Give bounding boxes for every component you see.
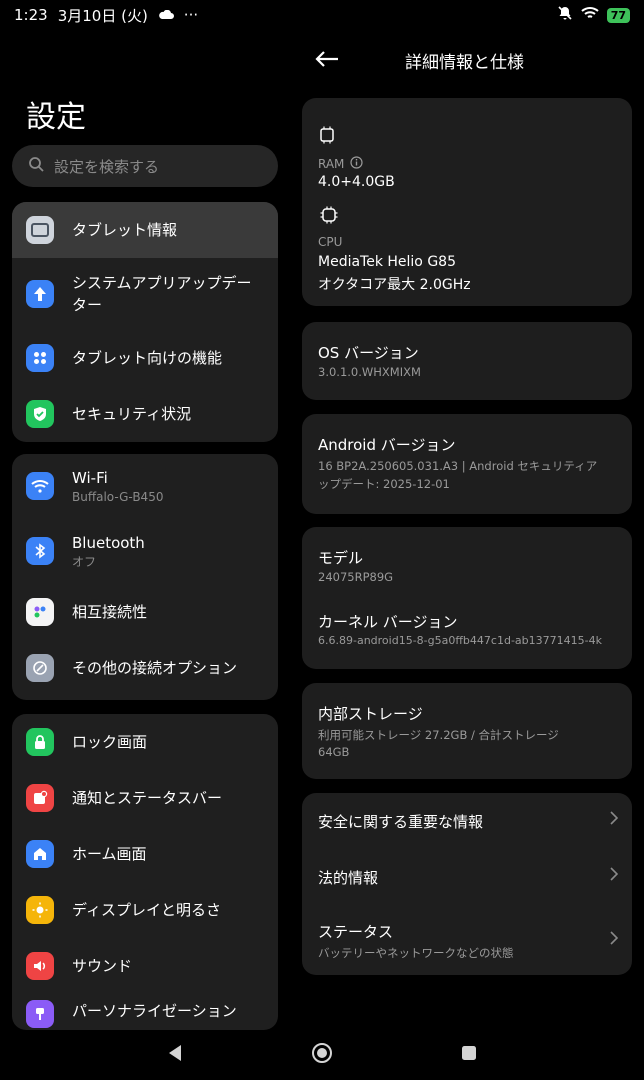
recents-nav-icon[interactable] xyxy=(461,1045,477,1065)
os-version-card[interactable]: OS バージョン 3.0.1.0.WHXMIXM xyxy=(302,322,632,400)
cpu-speed: オクタコア最大 2.0GHz xyxy=(318,277,471,293)
tablet-icon xyxy=(26,216,54,244)
notification-icon xyxy=(26,784,54,812)
sidebar-item-home-screen[interactable]: ホーム画面 xyxy=(12,826,278,882)
storage-value-line1: 利用可能ストレージ 27.2GB / 合計ストレージ xyxy=(318,728,559,742)
android-version-card[interactable]: Android バージョン 16 BP2A.250605.031.A3 | An… xyxy=(302,414,632,514)
sidebar-item-personalization[interactable]: パーソナライゼーション xyxy=(12,994,278,1030)
cpu-chip-icon xyxy=(320,206,338,228)
settings-group-device: タブレット情報 システムアプリアップデーター タブレット向けの機能 セキュリティ… xyxy=(12,202,278,442)
speaker-icon xyxy=(26,952,54,980)
sidebar-item-sound[interactable]: サウンド xyxy=(12,938,278,994)
cpu-label: CPU xyxy=(318,235,343,249)
search-input[interactable]: 設定を検索する xyxy=(12,145,278,187)
cloud-icon xyxy=(158,6,174,24)
sidebar-item-security-status[interactable]: セキュリティ状況 xyxy=(12,386,278,442)
sun-icon xyxy=(26,896,54,924)
info-links-card: 安全に関する重要な情報 法的情報 ステータス バッテリーやネットワークなどの状態 xyxy=(302,793,632,975)
sidebar-item-tablet-features[interactable]: タブレット向けの機能 xyxy=(12,330,278,386)
chevron-right-icon xyxy=(610,865,619,886)
detail-title: 詳細情報と仕様 xyxy=(405,53,524,73)
android-version-value-line2: ップデート: 2025-12-01 xyxy=(318,477,450,491)
model-title: モデル xyxy=(318,549,364,567)
model-value: 24075RP89G xyxy=(318,570,394,584)
cpu-model: MediaTek Helio G85 xyxy=(318,254,456,270)
status-label: ステータス xyxy=(318,923,394,941)
android-version-title: Android バージョン xyxy=(318,436,456,454)
settings-group-personal: ロック画面 通知とステータスバー ホーム画面 ディスプレイと明るさ サウンド パ… xyxy=(12,714,278,1030)
lock-icon xyxy=(26,728,54,756)
kernel-title: カーネル バージョン xyxy=(318,613,458,631)
sidebar-item-system-app-updater[interactable]: システムアプリアップデーター xyxy=(12,258,278,330)
shield-icon xyxy=(26,400,54,428)
sidebar-item-other-connections[interactable]: その他の接続オプション xyxy=(12,640,278,696)
kernel-value: 6.6.89-android15-8-g5a0ffb447c1d-ab13771… xyxy=(318,634,602,647)
safety-info-item[interactable]: 安全に関する重要な情報 xyxy=(302,793,632,849)
battery-indicator: 77 xyxy=(606,7,630,23)
clock: 1:23 xyxy=(14,6,48,24)
sidebar-item-bluetooth[interactable]: Bluetooth オフ xyxy=(12,518,278,584)
android-version-value-line1: 16 BP2A.250605.031.A3 | Android セキュリティア xyxy=(318,459,598,473)
status-bar: 1:23 3月10日 (火) ··· 77 xyxy=(0,0,644,30)
info-icon[interactable] xyxy=(350,154,364,173)
legal-info-label: 法的情報 xyxy=(318,869,379,887)
grid-icon xyxy=(26,344,54,372)
chevron-right-icon xyxy=(610,929,619,950)
sidebar-item-lock-screen[interactable]: ロック画面 xyxy=(12,714,278,770)
settings-list-pane: 設定 設定を検索する タブレット情報 システムアプリアップデーター タブレット向… xyxy=(0,30,290,1030)
mute-icon xyxy=(557,5,573,25)
ram-label: RAM xyxy=(318,156,345,171)
link-icon xyxy=(26,654,54,682)
more-notifications: ··· xyxy=(183,6,199,24)
status-item[interactable]: ステータス バッテリーやネットワークなどの状態 xyxy=(302,905,632,975)
brush-icon xyxy=(26,1000,54,1028)
wifi-icon xyxy=(26,472,54,500)
detail-header: 詳細情報と仕様 xyxy=(290,42,644,78)
sidebar-item-notifications[interactable]: 通知とステータスバー xyxy=(12,770,278,826)
page-title: 設定 xyxy=(26,100,86,135)
os-version-title: OS バージョン xyxy=(318,344,419,362)
status-sub: バッテリーやネットワークなどの状態 xyxy=(318,946,514,960)
storage-value-line2: 64GB xyxy=(318,745,350,759)
model-kernel-card: モデル 24075RP89G カーネル バージョン 6.6.89-android… xyxy=(302,527,632,669)
ram-chip-icon xyxy=(318,126,336,148)
detail-pane: 詳細情報と仕様 RAM 4.0+4.0GB CPU MediaTek Helio… xyxy=(290,30,644,1030)
chevron-right-icon xyxy=(610,809,619,830)
home-icon xyxy=(26,840,54,868)
search-placeholder: 設定を検索する xyxy=(54,157,160,176)
safety-info-label: 安全に関する重要な情報 xyxy=(318,813,484,831)
legal-info-item[interactable]: 法的情報 xyxy=(302,849,632,905)
ram-value: 4.0+4.0GB xyxy=(318,174,395,190)
interconnect-icon xyxy=(26,598,54,626)
storage-card[interactable]: 内部ストレージ 利用可能ストレージ 27.2GB / 合計ストレージ 64GB xyxy=(302,683,632,779)
storage-title: 内部ストレージ xyxy=(318,705,423,723)
settings-group-connections: Wi-Fi Buffalo-G-B450 Bluetooth オフ 相互接続性 … xyxy=(12,454,278,700)
sidebar-item-tablet-info[interactable]: タブレット情報 xyxy=(12,202,278,258)
search-icon xyxy=(28,156,44,176)
sidebar-item-interconnectivity[interactable]: 相互接続性 xyxy=(12,584,278,640)
bluetooth-icon xyxy=(26,537,54,565)
sidebar-item-wifi[interactable]: Wi-Fi Buffalo-G-B450 xyxy=(12,454,278,518)
back-arrow-icon[interactable] xyxy=(314,46,340,76)
specs-card: RAM 4.0+4.0GB CPU MediaTek Helio G85 オクタ… xyxy=(302,98,632,306)
home-nav-icon[interactable] xyxy=(311,1042,333,1068)
os-version-value: 3.0.1.0.WHXMIXM xyxy=(318,365,421,379)
date: 3月10日 (火) xyxy=(57,6,148,25)
sidebar-item-display[interactable]: ディスプレイと明るさ xyxy=(12,882,278,938)
back-nav-icon[interactable] xyxy=(167,1044,183,1066)
wifi-status-icon xyxy=(581,6,599,24)
arrow-up-icon xyxy=(26,280,54,308)
navigation-bar xyxy=(0,1030,644,1080)
